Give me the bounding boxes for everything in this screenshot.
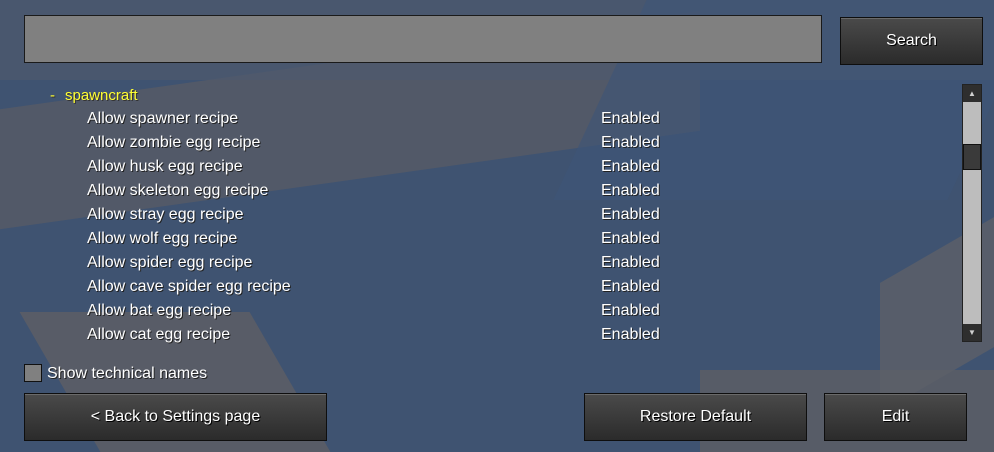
option-label: Allow wolf egg recipe xyxy=(87,230,238,247)
list-item[interactable]: Allow zombie egg recipe Enabled xyxy=(24,132,924,156)
collapse-toggle[interactable]: - xyxy=(50,87,55,104)
list-item[interactable]: Allow skeleton egg recipe Enabled xyxy=(24,180,924,204)
list-item[interactable]: Allow cat egg recipe Enabled xyxy=(24,324,924,344)
list-item[interactable]: Allow husk egg recipe Enabled xyxy=(24,156,924,180)
option-label: Allow spawner recipe xyxy=(87,110,239,127)
restore-default-button[interactable]: Restore Default xyxy=(584,393,807,441)
list-item[interactable]: Allow stray egg recipe Enabled xyxy=(24,204,924,228)
option-value[interactable]: Enabled xyxy=(601,134,660,152)
settings-list: - spawncraft Allow spawner recipe Enabled … xyxy=(24,84,954,344)
option-label: Allow skeleton egg recipe xyxy=(87,182,269,199)
option-value[interactable]: Enabled xyxy=(601,206,660,224)
option-label: Allow cave spider egg recipe xyxy=(87,278,291,295)
option-label: Allow bat egg recipe xyxy=(87,302,232,319)
list-scrollbar[interactable]: ▲ ▼ xyxy=(962,84,982,342)
scroll-down-icon[interactable]: ▼ xyxy=(963,324,981,341)
option-value[interactable]: Enabled xyxy=(601,326,660,344)
option-value[interactable]: Enabled xyxy=(601,182,660,200)
option-label: Allow husk egg recipe xyxy=(87,158,243,175)
option-value[interactable]: Enabled xyxy=(601,302,660,320)
list-item[interactable]: Allow wolf egg recipe Enabled xyxy=(24,228,924,252)
list-item[interactable]: Allow spawner recipe Enabled xyxy=(24,108,924,132)
category-header[interactable]: - spawncraft xyxy=(50,87,138,104)
back-to-settings-button[interactable]: < Back to Settings page xyxy=(24,393,327,441)
option-label: Allow spider egg recipe xyxy=(87,254,253,271)
list-item[interactable]: Allow bat egg recipe Enabled xyxy=(24,300,924,324)
option-label: Allow cat egg recipe xyxy=(87,326,231,343)
search-button[interactable]: Search xyxy=(840,17,983,65)
option-label: Allow zombie egg recipe xyxy=(87,134,261,151)
option-value[interactable]: Enabled xyxy=(601,110,660,128)
option-value[interactable]: Enabled xyxy=(601,278,660,296)
search-input[interactable] xyxy=(24,15,822,63)
show-technical-names-checkbox[interactable] xyxy=(24,364,42,382)
list-item[interactable]: Allow cave spider egg recipe Enabled xyxy=(24,276,924,300)
scroll-up-icon[interactable]: ▲ xyxy=(963,85,981,102)
scrollbar-thumb[interactable] xyxy=(963,144,981,170)
category-name: spawncraft xyxy=(65,87,138,104)
option-label: Allow stray egg recipe xyxy=(87,206,244,223)
option-value[interactable]: Enabled xyxy=(601,158,660,176)
show-technical-names-label: Show technical names xyxy=(47,365,208,382)
option-value[interactable]: Enabled xyxy=(601,254,660,272)
list-item[interactable]: Allow spider egg recipe Enabled xyxy=(24,252,924,276)
option-value[interactable]: Enabled xyxy=(601,230,660,248)
edit-button[interactable]: Edit xyxy=(824,393,967,441)
